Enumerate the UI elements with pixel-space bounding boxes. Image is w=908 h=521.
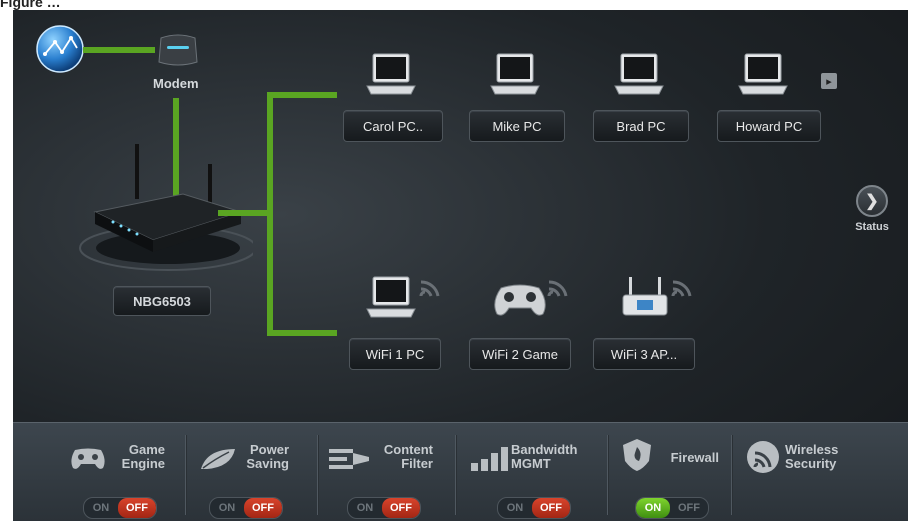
- feature-divider: [607, 435, 608, 515]
- feature-label: Content Filter: [375, 443, 433, 471]
- router-name-box[interactable]: NBG6503: [113, 286, 211, 316]
- device-label: WiFi 2 Game: [482, 346, 558, 362]
- toggle-on-label: ON: [506, 502, 524, 514]
- game-engine-toggle[interactable]: ON OFF: [83, 497, 157, 519]
- feature-label-line1: Wireless: [785, 442, 839, 457]
- toggle-off-label: OFF: [244, 498, 282, 518]
- figure-caption: Figure …: [0, 0, 61, 10]
- laptop-icon[interactable]: [489, 52, 541, 98]
- feature-game-engine[interactable]: Game Engine ON OFF: [63, 423, 183, 521]
- feature-label: Firewall: [657, 451, 719, 465]
- bandwidth-bars-icon: [471, 447, 511, 476]
- modem-label: Modem: [153, 76, 199, 91]
- laptop-icon[interactable]: [365, 275, 417, 321]
- feature-label-line1: Content: [383, 442, 433, 457]
- device-label-box[interactable]: WiFi 1 PC: [349, 338, 441, 370]
- modem-icon[interactable]: [155, 32, 201, 70]
- feature-content-filter[interactable]: Content Filter ON OFF: [325, 423, 455, 521]
- feature-divider: [317, 435, 318, 515]
- laptop-icon[interactable]: [737, 52, 789, 98]
- status-button[interactable]: ❯ Status: [846, 185, 898, 245]
- feature-label-line1: Game: [128, 442, 165, 457]
- toggle-off-label: OFF: [118, 498, 156, 518]
- feature-label: Bandwidth MGMT: [511, 443, 591, 471]
- laptop-icon[interactable]: [613, 52, 665, 98]
- feature-label-line2: Filter: [401, 456, 433, 471]
- device-label-box[interactable]: Howard PC: [717, 110, 821, 142]
- toggle-on-label: ON: [636, 498, 670, 518]
- firewall-icon: [621, 437, 653, 478]
- feature-divider: [185, 435, 186, 515]
- feature-label-line2: Security: [785, 456, 837, 471]
- bus-wire: [267, 95, 273, 332]
- device-label-box[interactable]: WiFi 2 Game: [469, 338, 571, 370]
- router-name: NBG6503: [133, 293, 191, 309]
- network-map-screen: Modem NBG6503 ▸ Carol PC.. Mike PC Brad …: [13, 10, 908, 521]
- wifi-signal-icon: [547, 278, 569, 298]
- toggle-on-label: ON: [356, 502, 374, 514]
- status-label: Status: [855, 221, 889, 233]
- device-label-box[interactable]: WiFi 3 AP...: [593, 338, 695, 370]
- feature-power-saving[interactable]: Power Saving ON OFF: [193, 423, 313, 521]
- toggle-on-label: ON: [218, 502, 236, 514]
- next-page-button[interactable]: ▸: [821, 73, 837, 89]
- toggle-off-label: OFF: [532, 498, 570, 518]
- power-saving-toggle[interactable]: ON OFF: [209, 497, 283, 519]
- internet-modem-wire: [83, 47, 155, 53]
- gamepad-icon[interactable]: [491, 282, 549, 318]
- firewall-toggle[interactable]: ON OFF: [635, 497, 709, 519]
- wired-branch-wire: [267, 92, 337, 98]
- access-point-icon[interactable]: [619, 275, 671, 321]
- device-label-box[interactable]: Mike PC: [469, 110, 565, 142]
- feature-label: Power Saving: [237, 443, 289, 471]
- feature-wireless-security[interactable]: Wireless Security: [739, 423, 869, 521]
- feature-bandwidth-mgmt[interactable]: Bandwidth MGMT ON OFF: [465, 423, 605, 521]
- content-filter-toggle[interactable]: ON OFF: [347, 497, 421, 519]
- toggle-off-label: OFF: [382, 498, 420, 518]
- feature-label-line2: MGMT: [511, 456, 551, 471]
- feature-label: Game Engine: [113, 443, 165, 471]
- device-label-box[interactable]: Brad PC: [593, 110, 689, 142]
- device-label: WiFi 1 PC: [365, 346, 425, 362]
- bandwidth-mgmt-toggle[interactable]: ON OFF: [497, 497, 571, 519]
- feature-bar: Game Engine ON OFF Power Saving ON OFF C…: [13, 422, 908, 521]
- feature-label-line2: Engine: [121, 456, 165, 471]
- device-label: Brad PC: [616, 118, 666, 134]
- feature-label-line1: Firewall: [670, 450, 719, 465]
- wireless-branch-wire: [267, 330, 337, 336]
- leaf-icon: [199, 447, 237, 476]
- router-icon[interactable]: [73, 140, 257, 275]
- device-label: Howard PC: [735, 118, 803, 134]
- laptop-icon[interactable]: [365, 52, 417, 98]
- gamepad-icon: [69, 447, 107, 476]
- device-label-box[interactable]: Carol PC..: [343, 110, 443, 142]
- feature-label-line1: Bandwidth: [511, 442, 578, 457]
- wifi-signal-icon: [671, 278, 693, 298]
- feature-firewall[interactable]: Firewall ON OFF: [613, 423, 733, 521]
- wireless-security-icon: [745, 439, 781, 480]
- toggle-off-label: OFF: [678, 502, 700, 514]
- chevron-right-icon: ❯: [856, 185, 888, 217]
- toggle-on-label: ON: [92, 502, 110, 514]
- feature-divider: [731, 435, 732, 515]
- internet-globe-icon[interactable]: [35, 24, 85, 74]
- wifi-signal-icon: [419, 278, 441, 298]
- device-label: Mike PC: [492, 118, 542, 134]
- device-label: Carol PC..: [363, 118, 423, 134]
- feature-label-line2: Saving: [246, 456, 289, 471]
- chevron-right-icon: ▸: [826, 75, 832, 88]
- content-filter-icon: [329, 447, 373, 476]
- feature-label-line1: Power: [249, 442, 289, 457]
- feature-label: Wireless Security: [785, 443, 857, 471]
- feature-divider: [455, 435, 456, 515]
- device-label: WiFi 3 AP...: [610, 346, 678, 362]
- router-switch-wire: [218, 210, 273, 216]
